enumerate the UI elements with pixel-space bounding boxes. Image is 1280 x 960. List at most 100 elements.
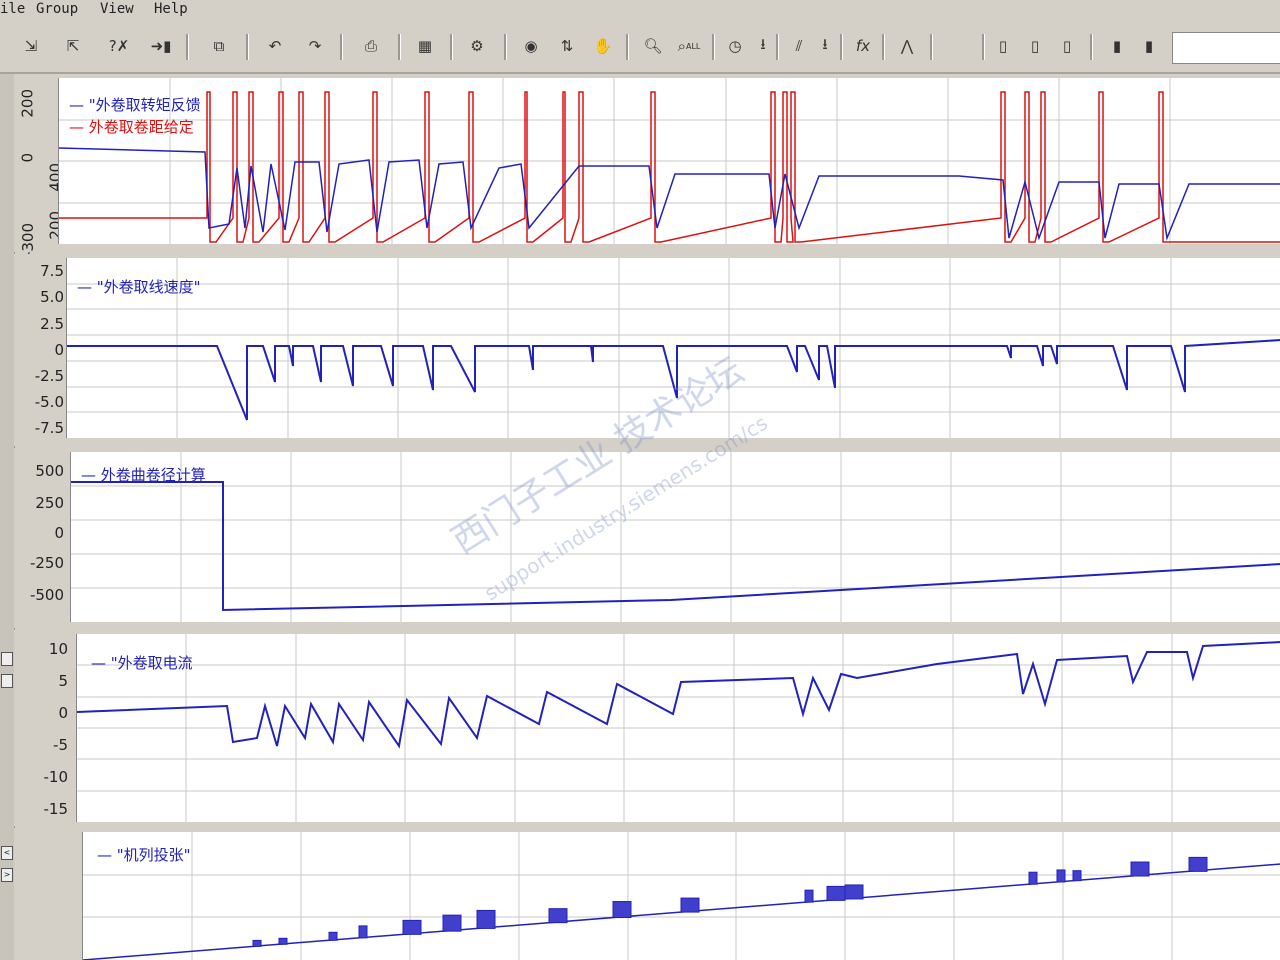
tick-label: -5 <box>53 736 68 754</box>
exit-icon[interactable]: ➜▮ <box>148 34 174 58</box>
formula-label: fx <box>855 37 871 55</box>
torque-right-axis: 400 200 <box>32 74 65 244</box>
undo-icon[interactable]: ↶ <box>262 34 288 58</box>
export-icon[interactable]: ⇱ <box>60 34 86 58</box>
current-chart <box>77 634 1280 822</box>
menu-file[interactable]: ile <box>0 1 25 17</box>
menu-help[interactable]: Help <box>154 1 188 17</box>
tick-label: -15 <box>43 800 69 818</box>
tension-panel: — "机列投张" <box>14 828 1280 960</box>
toolbar-separator <box>982 34 985 60</box>
page3-icon[interactable]: ▯ <box>1054 34 1080 58</box>
tension-bar <box>402 919 422 935</box>
diameter-chart <box>71 452 1280 622</box>
diameter-trace <box>71 481 1280 612</box>
menu-group[interactable]: Group <box>36 1 78 17</box>
legend-diameter-setpoint: — 外卷取卷距给定 <box>69 118 194 136</box>
tension-bar <box>442 914 462 932</box>
torque-plot[interactable]: — "外卷取转矩反馈 — 外卷取卷距给定 <box>58 78 1280 244</box>
diameter-axis: 500 250 0 -250 -500 <box>14 448 64 618</box>
tick-label: 5.0 <box>40 288 64 306</box>
tension-chart <box>83 832 1280 960</box>
tension-bar <box>1028 871 1038 885</box>
torque-left-axis: -300 0 200 <box>12 74 37 257</box>
tension-bar <box>804 889 814 903</box>
current-plot[interactable]: — "外卷取电流 <box>76 634 1280 822</box>
tick-label: 5 <box>58 672 68 690</box>
scroll-left-button[interactable]: < <box>1 846 13 860</box>
redo-icon[interactable]: ↷ <box>302 34 328 58</box>
doc2-icon[interactable]: ▮ <box>1136 34 1162 58</box>
tension-bar <box>826 885 846 901</box>
zoom-all-label: ALL <box>686 41 701 51</box>
scroll-right-button[interactable]: > <box>1 868 13 882</box>
download2-icon[interactable]: ⭳ <box>812 34 838 58</box>
torque-panel: -300 0 200 400 200 — "外卷取转矩反馈 — 外卷取卷距给定 <box>12 74 1280 257</box>
tick-label: 0 <box>54 524 64 542</box>
download-icon[interactable]: ⭳ <box>750 34 776 58</box>
tension-bar <box>1056 869 1066 883</box>
speed-chart <box>67 258 1280 438</box>
toolbar: ⇲ ⇱ ?✗ ➜▮ ⧉ ↶ ↷ ⎙ ▦ ⚙ ◉ ⇅ ✋ 🔍︎ ⌕ ALL ◷ ⭳ … <box>0 20 1280 74</box>
tension-bar <box>1072 870 1082 882</box>
toolbar-input[interactable] <box>1172 32 1280 64</box>
tension-bar <box>328 931 338 941</box>
page-icon[interactable]: ▯ <box>990 34 1016 58</box>
tick-label: 500 <box>35 462 64 480</box>
color-icon[interactable]: ◉ <box>518 34 544 58</box>
save-icon[interactable]: ▦ <box>412 34 438 58</box>
page2-icon[interactable]: ▯ <box>1022 34 1048 58</box>
tick-label: -250 <box>29 554 64 572</box>
legend-diameter-calc: — 外卷曲卷径计算 <box>81 466 206 484</box>
formula-icon[interactable]: fx <box>850 34 876 58</box>
settings-icon[interactable]: ⚙ <box>464 34 490 58</box>
toolbar-separator <box>776 34 779 60</box>
chart-icon[interactable]: ⫽ <box>786 34 812 58</box>
left-marker[interactable] <box>1 652 13 666</box>
toolbar-separator <box>246 34 249 60</box>
axis-icon[interactable]: ⇅ <box>554 34 580 58</box>
tension-plot[interactable]: — "机列投张" <box>82 832 1280 960</box>
speed-trace <box>67 339 1280 421</box>
menu-view[interactable]: View <box>100 1 134 17</box>
tick-label: 0 <box>54 341 64 359</box>
legend-line-speed: — "外卷取线速度" <box>77 278 201 296</box>
speed-axis: 7.5 5.0 2.5 0 -2.5 -5.0 -7.5 <box>14 254 64 437</box>
legend-tension: — "机列投张" <box>97 846 191 864</box>
menu-bar: ile Group View Help <box>0 0 1280 21</box>
current-axis: 10 5 0 -5 -10 -15 <box>14 630 69 820</box>
diameter-plot[interactable]: — 外卷曲卷径计算 <box>70 452 1280 622</box>
print-icon[interactable]: ⎙ <box>358 34 384 58</box>
tension-bar <box>252 939 262 947</box>
toolbar-separator <box>186 34 189 60</box>
tension-bar <box>1130 861 1150 877</box>
zoom-all-icon[interactable]: ⌕ ALL <box>676 34 702 58</box>
legend-torque-feedback: — "外卷取转矩反馈 <box>69 96 201 114</box>
curve-icon[interactable]: ⋀ <box>894 34 920 58</box>
doc-icon[interactable]: ▮ <box>1104 34 1130 58</box>
tension-bar <box>358 925 368 939</box>
tension-bar <box>844 884 864 900</box>
tick-label: 2.5 <box>40 315 64 333</box>
zoom-icon[interactable]: 🔍︎ <box>640 34 666 58</box>
current-trace <box>77 641 1280 749</box>
tension-bar <box>612 901 632 919</box>
hand-icon[interactable]: ✋ <box>590 34 616 58</box>
toolbar-separator <box>712 34 715 60</box>
toolbar-separator <box>840 34 843 60</box>
tick-label: 0 <box>58 704 68 722</box>
tension-bar <box>476 909 496 929</box>
tick-label: -2.5 <box>34 367 64 385</box>
import-icon[interactable]: ⇲ <box>18 34 44 58</box>
toolbar-separator <box>626 34 629 60</box>
toolbar-separator <box>1090 34 1093 60</box>
delete-icon[interactable]: ?✗ <box>106 34 132 58</box>
toolbar-separator <box>398 34 401 60</box>
left-marker[interactable] <box>1 674 13 688</box>
speed-plot[interactable]: — "外卷取线速度" <box>66 258 1280 438</box>
copy-icon[interactable]: ⧉ <box>206 34 232 58</box>
legend-current: — "外卷取电流 <box>91 654 193 672</box>
clock-icon[interactable]: ◷ <box>722 34 748 58</box>
toolbar-separator <box>930 34 933 60</box>
setpoint-trace <box>59 91 1280 243</box>
